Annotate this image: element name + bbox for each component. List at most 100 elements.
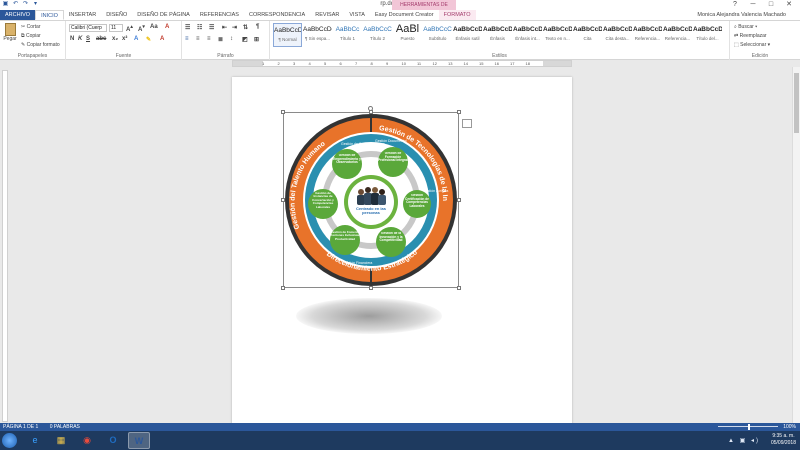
style-item[interactable]: AaBbCcDc Título del... bbox=[693, 23, 722, 47]
style-item[interactable]: AaBbCcDc Texto en n... bbox=[543, 23, 572, 47]
style-name: ¶ Sin espa... bbox=[305, 36, 330, 41]
chrome-icon[interactable]: ◉ bbox=[76, 432, 98, 449]
start-button[interactable] bbox=[2, 433, 17, 448]
resize-handle-tl[interactable] bbox=[281, 110, 285, 114]
maximize-button[interactable]: □ bbox=[762, 0, 780, 9]
resize-handle-bl[interactable] bbox=[281, 286, 285, 290]
styles-group-label: Estilos bbox=[492, 53, 507, 59]
multilevel-list-icon[interactable]: ☰ bbox=[209, 24, 214, 31]
zoom-slider-knob[interactable] bbox=[748, 424, 750, 430]
folder-icon[interactable]: ▦ bbox=[50, 432, 72, 449]
justify-icon[interactable]: ≣ bbox=[218, 36, 223, 43]
style-item[interactable]: AaBbCcDc ¶ Normal bbox=[273, 23, 302, 47]
sort-icon[interactable]: ⇅ bbox=[243, 24, 248, 31]
borders-icon[interactable]: ⊞ bbox=[254, 36, 259, 43]
tab-referencias[interactable]: REFERENCIAS bbox=[195, 10, 244, 20]
format-painter-button[interactable]: ✎ Copiar formato bbox=[21, 42, 60, 48]
decrease-indent-icon[interactable]: ⇤ bbox=[222, 24, 227, 31]
zoom-level[interactable]: 100% bbox=[783, 423, 796, 431]
align-center-icon[interactable]: ≡ bbox=[196, 36, 200, 42]
style-item[interactable]: AaBbCcDc ¶ Sin espa... bbox=[303, 23, 332, 47]
tab-inicio[interactable]: INICIO bbox=[35, 10, 64, 20]
copy-button[interactable]: ⧉ Copiar bbox=[21, 33, 41, 39]
tab-insertar[interactable]: INSERTAR bbox=[64, 10, 101, 20]
tab-vista[interactable]: VISTA bbox=[344, 10, 370, 20]
internet-explorer-icon[interactable]: e bbox=[24, 432, 46, 449]
style-item[interactable]: AaBbCcDc Referencia... bbox=[663, 23, 692, 47]
resize-handle-b[interactable] bbox=[369, 286, 373, 290]
clock-date: 05/09/2018 bbox=[770, 440, 796, 446]
style-item[interactable]: AaBbCcDc Énfasis bbox=[483, 23, 512, 47]
rotation-handle[interactable] bbox=[368, 106, 373, 111]
word-icon[interactable]: W bbox=[128, 432, 150, 449]
resize-handle-r[interactable] bbox=[457, 198, 461, 202]
underline-icon[interactable]: S bbox=[86, 36, 90, 42]
shading-icon[interactable]: ◩ bbox=[242, 36, 248, 43]
align-left-icon[interactable]: ≡ bbox=[185, 36, 189, 42]
highlight-icon[interactable]: ✎ bbox=[146, 36, 151, 43]
bold-icon[interactable]: N bbox=[70, 36, 74, 42]
tab-easy-document-creator[interactable]: Easy Document Creator bbox=[370, 10, 439, 20]
tab-dise-o-de-p-gina[interactable]: DISEÑO DE PÁGINA bbox=[132, 10, 195, 20]
word-count[interactable]: 0 PALABRAS bbox=[50, 424, 80, 430]
minimize-button[interactable]: ─ bbox=[744, 0, 762, 9]
vertical-ruler[interactable] bbox=[2, 70, 8, 422]
vertical-scrollbar[interactable] bbox=[792, 67, 800, 423]
page-count[interactable]: PÁGINA 1 DE 1 bbox=[3, 424, 38, 430]
line-spacing-icon[interactable]: ↕ bbox=[230, 36, 233, 42]
clock[interactable]: 9:35 a. m. 05/09/2018 bbox=[771, 433, 796, 447]
strikethrough-icon[interactable]: abc bbox=[96, 36, 106, 42]
style-item[interactable]: AaBbCcC Subtítulo bbox=[423, 23, 452, 47]
style-item[interactable]: AaBbCcDc Énfasis sutil bbox=[453, 23, 482, 47]
style-item[interactable]: AaBbCcDc Referencia... bbox=[633, 23, 662, 47]
font-name-field[interactable]: Calibri (Cuerp bbox=[69, 24, 107, 32]
resize-handle-br[interactable] bbox=[457, 286, 461, 290]
system-tray-icons[interactable]: ▲ ▣ ◂) bbox=[728, 437, 760, 444]
text-effects-icon[interactable]: A bbox=[134, 36, 138, 42]
style-item[interactable]: AaBbCcDc Énfasis int... bbox=[513, 23, 542, 47]
font-color-icon[interactable]: A bbox=[160, 36, 164, 42]
numbering-icon[interactable]: ☷ bbox=[197, 24, 202, 31]
replace-button[interactable]: ⇄ Reemplazar bbox=[734, 33, 767, 39]
status-bar: PÁGINA 1 DE 1 0 PALABRAS 100% bbox=[0, 423, 800, 431]
tab-revisar[interactable]: REVISAR bbox=[310, 10, 344, 20]
style-preview: AaBbCcDc bbox=[543, 26, 572, 33]
tab-dise-o[interactable]: DISEÑO bbox=[101, 10, 132, 20]
style-item[interactable]: AaBbCcDc Cita bbox=[573, 23, 602, 47]
resize-handle-l[interactable] bbox=[281, 198, 285, 202]
user-name[interactable]: Monica Alejandra Valencia Machado bbox=[697, 10, 786, 21]
grow-font-icon[interactable]: A▴ bbox=[126, 24, 133, 33]
italic-icon[interactable]: K bbox=[78, 36, 82, 42]
tab-correspondencia[interactable]: CORRESPONDENCIA bbox=[244, 10, 310, 20]
pilcrow-icon[interactable]: ¶ bbox=[256, 24, 259, 30]
font-size-field[interactable]: 11 bbox=[109, 24, 123, 32]
resize-handle-tr[interactable] bbox=[457, 110, 461, 114]
style-item[interactable]: AaBbCcC Título 2 bbox=[363, 23, 392, 47]
increase-indent-icon[interactable]: ⇥ bbox=[232, 24, 237, 31]
shrink-font-icon[interactable]: A▾ bbox=[138, 24, 145, 33]
style-name: Puesto bbox=[400, 36, 415, 41]
scrollbar-thumb[interactable] bbox=[794, 73, 799, 133]
style-item[interactable]: AaBbCc Título 1 bbox=[333, 23, 362, 47]
help-button[interactable]: ? bbox=[726, 0, 744, 9]
change-case-icon[interactable]: Aa bbox=[150, 24, 158, 30]
select-button[interactable]: ⬚ Seleccionar ▾ bbox=[734, 42, 770, 48]
layout-options-icon[interactable] bbox=[462, 119, 472, 128]
align-right-icon[interactable]: ≡ bbox=[207, 36, 211, 42]
subscript-icon[interactable]: x₂ bbox=[112, 36, 118, 42]
bullets-icon[interactable]: ☰ bbox=[185, 24, 190, 31]
outlook-icon[interactable]: O bbox=[102, 432, 124, 449]
find-button[interactable]: ⌕ Buscar ▾ bbox=[734, 24, 757, 30]
superscript-icon[interactable]: x² bbox=[122, 36, 127, 42]
tab-formato[interactable]: FORMATO bbox=[438, 10, 476, 20]
style-item[interactable]: AaBbCcDc Cita desta... bbox=[603, 23, 632, 47]
style-item[interactable]: AaBl Puesto bbox=[393, 23, 422, 47]
title-bar: ▣ ↶ ↷ ▾ rp.docx - Word HERRAMIENTAS DE I… bbox=[0, 0, 800, 18]
tab-archivo[interactable]: ARCHIVO bbox=[0, 10, 36, 20]
close-button[interactable]: ✕ bbox=[780, 0, 798, 9]
ruler-number: 17 bbox=[510, 61, 515, 66]
styles-group: Estilos AaBbCcDc ¶ Normal AaBbCcDc ¶ Sin es… bbox=[270, 21, 730, 60]
cut-button[interactable]: ✂ Cortar bbox=[21, 24, 41, 30]
clear-format-icon[interactable]: A bbox=[165, 24, 169, 30]
paste-button[interactable]: Pegar bbox=[2, 23, 18, 42]
